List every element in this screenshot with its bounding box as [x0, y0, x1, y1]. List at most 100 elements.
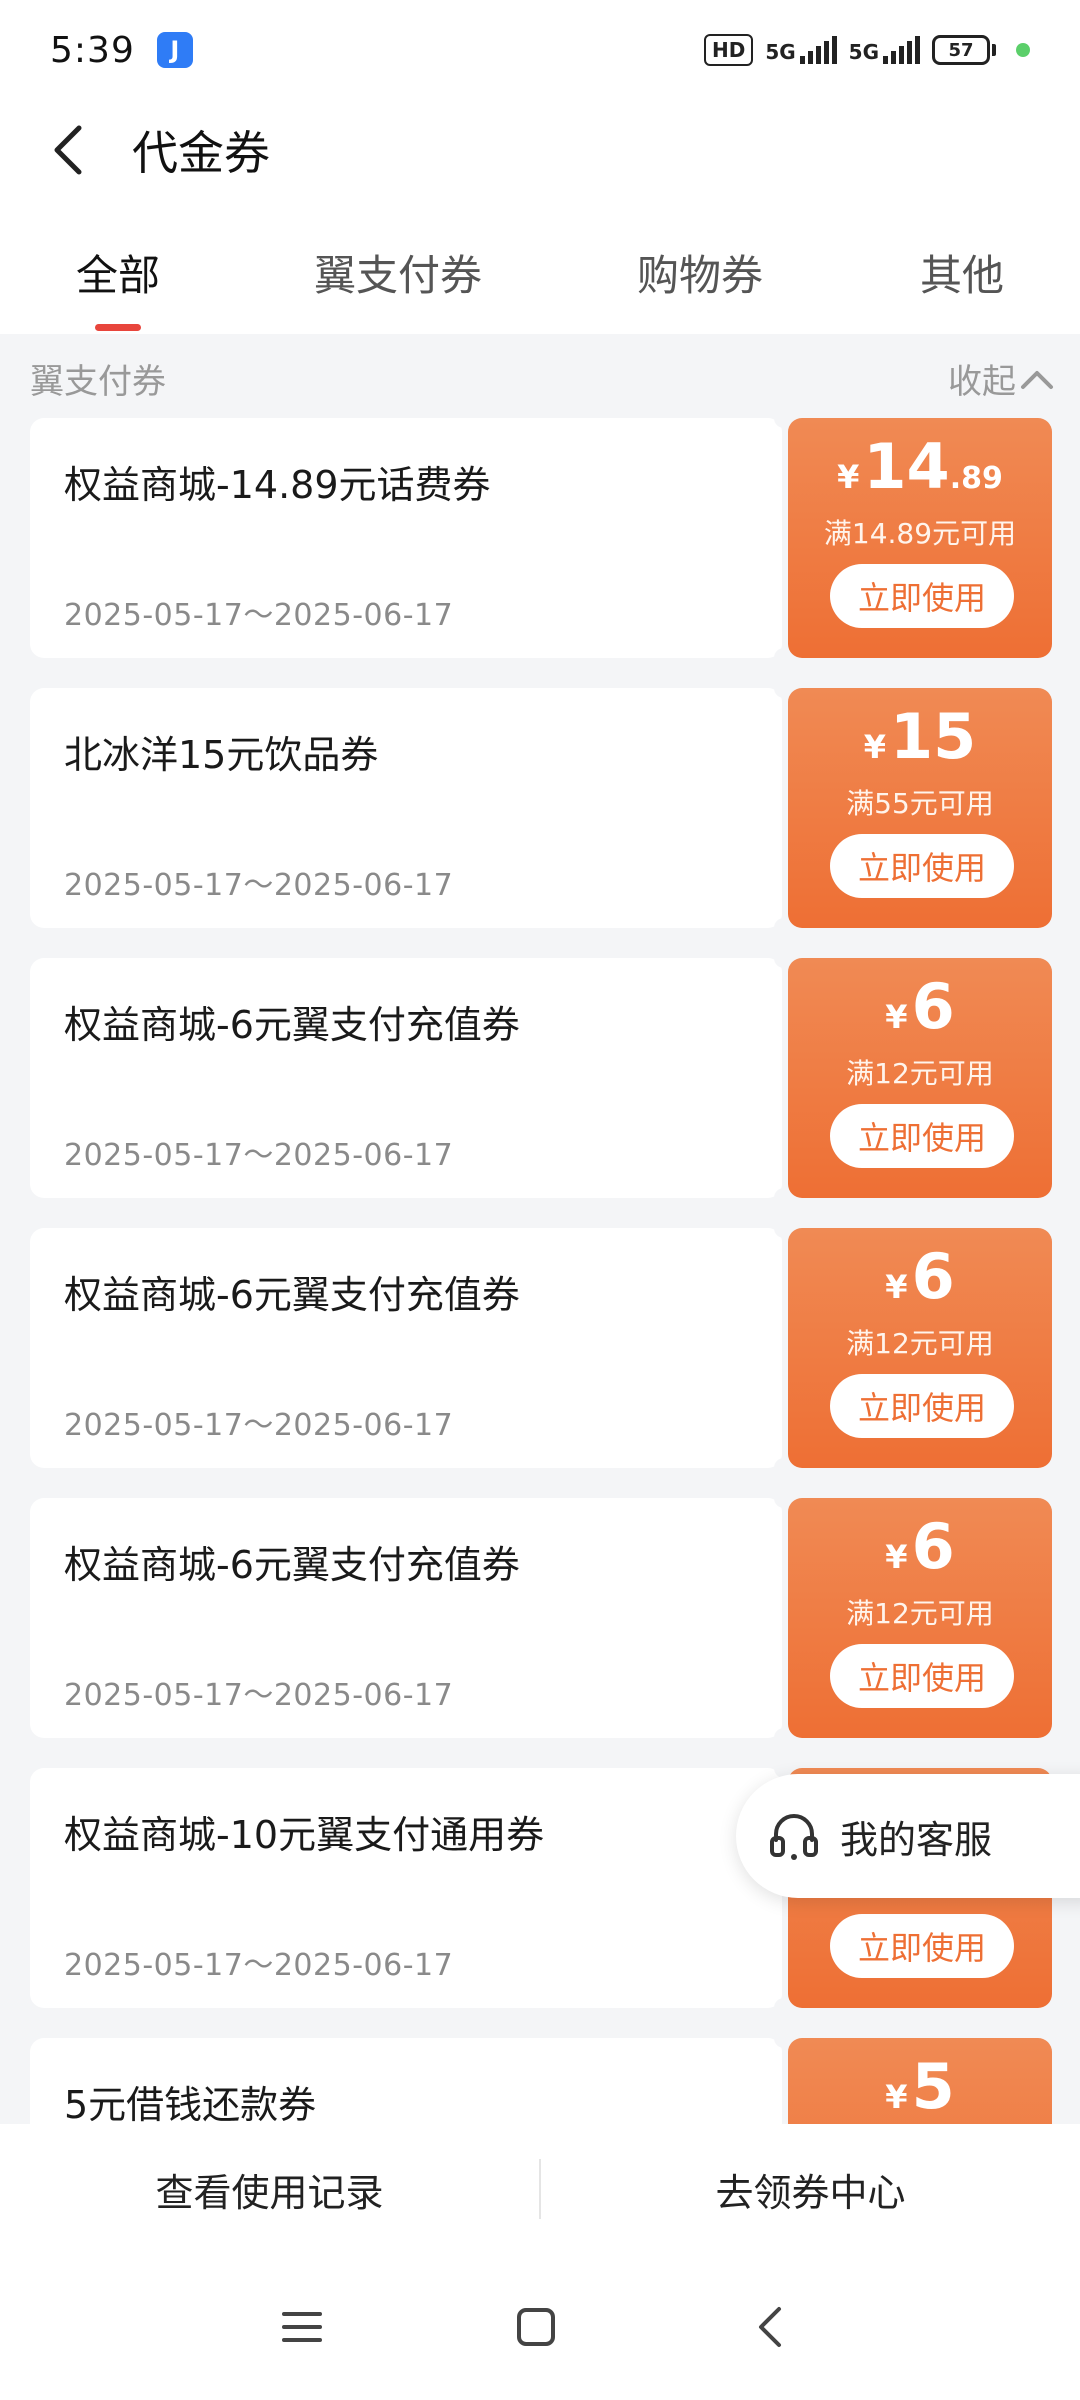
- amount-integer: 6: [911, 1240, 955, 1313]
- usage-threshold: 满12元可用: [846, 1327, 994, 1360]
- coupon-name: 权益商城-10元翼支付通用券: [64, 1813, 545, 1857]
- battery-icon: 57: [932, 35, 996, 65]
- amount-integer: 14: [863, 430, 950, 503]
- section-title: 翼支付券: [30, 362, 166, 402]
- status-indicators: HD 5G 5G 57: [703, 34, 1030, 66]
- collapse-button[interactable]: 收起: [948, 354, 1054, 403]
- customer-service-button[interactable]: 我的客服: [736, 1774, 1080, 1898]
- home-square-icon: [517, 2308, 555, 2346]
- currency-symbol: ¥: [885, 2078, 908, 2116]
- tab-all[interactable]: 全部: [76, 242, 160, 303]
- coupon-info[interactable]: 权益商城-10元翼支付通用券 2025-05-17～2025-06-17: [30, 1768, 782, 2008]
- coupon-card: 权益商城-14.89元话费券 2025-05-17～2025-06-17 ¥ 1…: [30, 408, 1052, 668]
- headset-icon: [770, 1814, 818, 1860]
- amount-integer: 6: [911, 1510, 955, 1583]
- coupon-value-panel: ¥ 6 满12元可用 立即使用: [788, 958, 1052, 1198]
- coupon-name: 权益商城-14.89元话费券: [64, 463, 491, 507]
- tab-bestpay-coupons[interactable]: 翼支付券: [314, 242, 482, 303]
- currency-symbol: ¥: [837, 458, 860, 496]
- back-arrow-icon: [759, 2307, 781, 2347]
- usage-threshold: 满55元可用: [846, 787, 994, 820]
- status-time: 5:39: [50, 29, 135, 71]
- active-tab-indicator: [95, 324, 141, 331]
- signal-1: 5G: [765, 36, 837, 64]
- coupon-validity: 2025-05-17～2025-06-17: [64, 1138, 454, 1173]
- coupon-validity: 2025-05-17～2025-06-17: [64, 1948, 454, 1983]
- tab-shopping-coupons[interactable]: 购物券: [637, 242, 763, 303]
- coupon-value-panel: ¥ 5: [788, 2038, 1052, 2124]
- coupon-info[interactable]: 权益商城-6元翼支付充值券 2025-05-17～2025-06-17: [30, 958, 782, 1198]
- coupon-card: 权益商城-6元翼支付充值券 2025-05-17～2025-06-17 ¥ 6 …: [30, 1488, 1052, 1748]
- coupon-value-panel: ¥ 14 .89 满14.89元可用 立即使用: [788, 418, 1052, 658]
- coupon-info[interactable]: 权益商城-14.89元话费券 2025-05-17～2025-06-17: [30, 418, 782, 658]
- coupon-amount: ¥ 5: [788, 2054, 1052, 2120]
- coupon-card: 5元借钱还款券 ¥ 5: [30, 2038, 1052, 2124]
- coupon-center-button[interactable]: 去领券中心: [541, 2162, 1080, 2217]
- coupon-name: 北冰洋15元饮品券: [64, 733, 379, 777]
- coupon-amount: ¥ 14 .89: [788, 434, 1052, 500]
- currency-symbol: ¥: [885, 998, 908, 1036]
- menu-icon: [282, 2312, 322, 2342]
- coupon-info[interactable]: 北冰洋15元饮品券 2025-05-17～2025-06-17: [30, 688, 782, 928]
- coupon-info[interactable]: 5元借钱还款券: [30, 2038, 782, 2124]
- coupon-validity: 2025-05-17～2025-06-17: [64, 1678, 454, 1713]
- amount-integer: 15: [889, 700, 977, 773]
- coupon-card: 北冰洋15元饮品券 2025-05-17～2025-06-17 ¥ 15 满55…: [30, 678, 1052, 938]
- use-now-button[interactable]: 立即使用: [830, 834, 1014, 898]
- coupon-info[interactable]: 权益商城-6元翼支付充值券 2025-05-17～2025-06-17: [30, 1498, 782, 1738]
- back-button[interactable]: [38, 120, 98, 180]
- coupon-validity: 2025-05-17～2025-06-17: [64, 868, 454, 903]
- customer-service-label: 我的客服: [840, 1817, 993, 1862]
- signal-2: 5G: [849, 36, 920, 64]
- nav-back-button[interactable]: [710, 2254, 830, 2400]
- hd-voice-icon: HD: [703, 34, 754, 66]
- amount-integer: 5: [911, 2050, 955, 2123]
- currency-symbol: ¥: [863, 728, 886, 766]
- coupon-validity: 2025-05-17～2025-06-17: [64, 1408, 454, 1443]
- coupon-amount: ¥ 15: [788, 704, 1052, 770]
- network-type-1: 5G: [765, 40, 796, 64]
- coupon-name: 权益商城-6元翼支付充值券: [64, 1543, 520, 1587]
- system-nav-bar: [0, 2254, 1080, 2400]
- page-title: 代金券: [132, 126, 270, 180]
- coupon-name: 权益商城-6元翼支付充值券: [64, 1273, 520, 1317]
- usage-history-button[interactable]: 查看使用记录: [0, 2162, 539, 2217]
- coupon-amount: ¥ 6: [788, 1244, 1052, 1310]
- use-now-button[interactable]: 立即使用: [830, 1104, 1014, 1168]
- currency-symbol: ¥: [885, 1268, 908, 1306]
- signal-bars-icon: [883, 36, 920, 64]
- tab-bar: 全部 翼支付券 购物券 其他: [0, 200, 1080, 334]
- use-now-button[interactable]: 立即使用: [830, 1374, 1014, 1438]
- battery-level: 57: [932, 35, 990, 65]
- section-header: 翼支付券 收起: [0, 334, 1080, 418]
- coupon-card: 权益商城-6元翼支付充值券 2025-05-17～2025-06-17 ¥ 6 …: [30, 948, 1052, 1208]
- coupon-validity: 2025-05-17～2025-06-17: [64, 598, 454, 633]
- amount-decimal: .89: [949, 461, 1003, 496]
- coupon-name: 5元借钱还款券: [64, 2083, 317, 2124]
- indicator-dot: [1016, 43, 1030, 57]
- use-now-button[interactable]: 立即使用: [830, 1644, 1014, 1708]
- nav-menu-button[interactable]: [242, 2254, 362, 2400]
- network-type-2: 5G: [848, 40, 879, 64]
- signal-bars-icon: [799, 36, 837, 64]
- coupon-info[interactable]: 权益商城-6元翼支付充值券 2025-05-17～2025-06-17: [30, 1228, 782, 1468]
- use-now-button[interactable]: 立即使用: [830, 564, 1014, 628]
- coupon-value-panel: ¥ 6 满12元可用 立即使用: [788, 1498, 1052, 1738]
- amount-integer: 6: [911, 970, 955, 1043]
- coupon-amount: ¥ 6: [788, 1514, 1052, 1580]
- usage-threshold: 满14.89元可用: [823, 517, 1017, 550]
- usage-threshold: 满12元可用: [846, 1597, 994, 1630]
- coupon-amount: ¥ 6: [788, 974, 1052, 1040]
- use-now-button[interactable]: 立即使用: [830, 1914, 1014, 1978]
- coupon-value-panel: ¥ 6 满12元可用 立即使用: [788, 1228, 1052, 1468]
- app-notification-icon: J: [156, 32, 193, 68]
- tab-other[interactable]: 其他: [920, 242, 1004, 303]
- usage-threshold: 满12元可用: [846, 1057, 994, 1090]
- bottom-action-bar: 查看使用记录 去领券中心: [0, 2124, 1080, 2254]
- nav-home-button[interactable]: [476, 2254, 596, 2400]
- coupon-name: 权益商城-6元翼支付充值券: [64, 1003, 520, 1047]
- app-header: 代金券: [0, 100, 1080, 200]
- page: 5:39 J HD 5G 5G 57 代金券 全部 翼支付券 购物券 其他 翼支…: [0, 0, 1080, 2400]
- collapse-label: 收起: [948, 362, 1016, 402]
- coupon-card: 权益商城-6元翼支付充值券 2025-05-17～2025-06-17 ¥ 6 …: [30, 1218, 1052, 1478]
